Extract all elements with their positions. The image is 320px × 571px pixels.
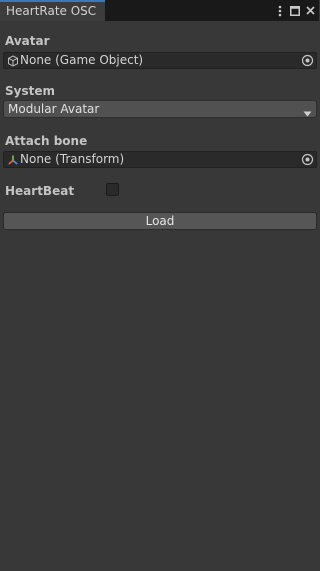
- object-picker-icon[interactable]: [301, 153, 314, 166]
- heartbeat-checkbox[interactable]: [106, 183, 119, 196]
- system-dropdown-value: Modular Avatar: [8, 102, 100, 116]
- attach-bone-field-value: None (Transform): [20, 152, 125, 166]
- avatar-field-value: None (Game Object): [20, 53, 144, 67]
- avatar-label: Avatar: [5, 34, 50, 48]
- attach-bone-label: Attach bone: [5, 134, 88, 148]
- transform-axes-icon: [7, 154, 19, 166]
- attach-bone-object-field[interactable]: None (Transform): [3, 151, 317, 168]
- object-picker-icon[interactable]: [301, 54, 314, 67]
- heartbeat-label: HeartBeat: [5, 184, 75, 198]
- gameobject-cube-icon: [7, 55, 19, 67]
- tab-bar: HeartRate OSC: [0, 0, 319, 21]
- load-button[interactable]: Load: [3, 212, 317, 230]
- window-controls: [275, 0, 315, 21]
- avatar-object-field[interactable]: None (Game Object): [3, 52, 317, 69]
- maximize-icon[interactable]: [290, 5, 300, 17]
- close-icon[interactable]: [305, 5, 315, 17]
- tab-title: HeartRate OSC: [6, 4, 97, 18]
- system-dropdown[interactable]: Modular Avatar: [3, 100, 317, 118]
- system-label: System: [5, 84, 55, 98]
- tab-heartrate-osc[interactable]: HeartRate OSC: [0, 0, 105, 21]
- editor-window: HeartRate OSC Avatar None (Game Object): [0, 0, 319, 571]
- kebab-menu-icon[interactable]: [275, 5, 285, 17]
- chevron-down-icon: [303, 106, 312, 120]
